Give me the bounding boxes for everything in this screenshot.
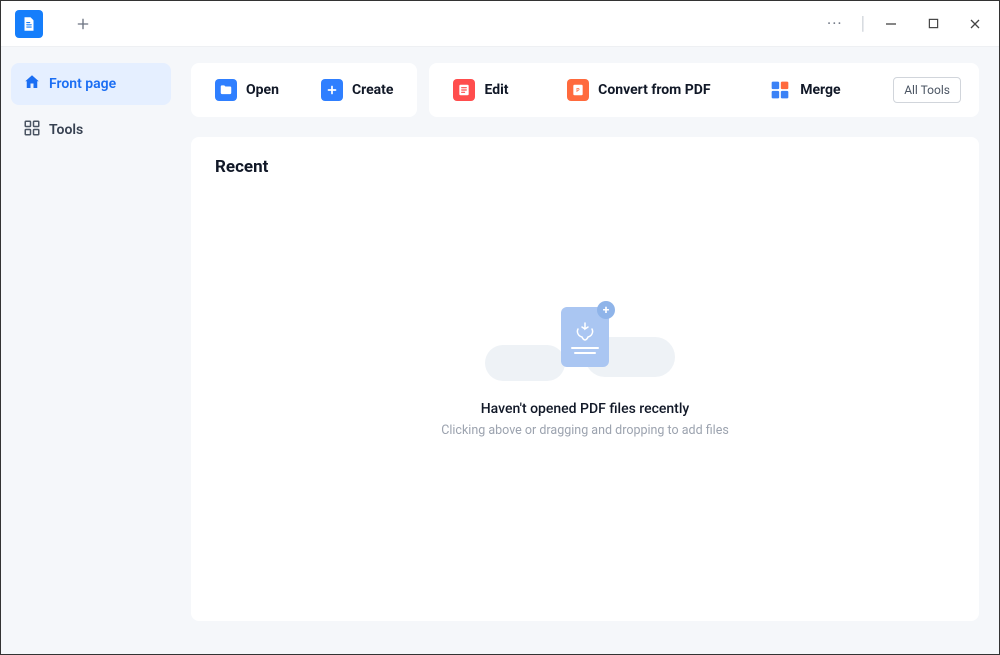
empty-secondary-text: Clicking above or dragging and dropping … [441, 423, 729, 438]
minimize-button[interactable] [875, 8, 907, 40]
maximize-button[interactable] [917, 8, 949, 40]
app-logo-icon [15, 10, 43, 38]
home-icon [23, 73, 41, 95]
merge-button[interactable]: Merge [763, 75, 846, 105]
new-tab-button[interactable] [65, 6, 101, 42]
open-button[interactable]: Open [209, 75, 285, 105]
plus-square-icon [321, 79, 343, 101]
sidebar: Front page Tools [1, 47, 181, 654]
close-button[interactable] [959, 8, 991, 40]
convert-button[interactable]: P Convert from PDF [561, 75, 716, 105]
edit-label: Edit [484, 82, 508, 98]
merge-icon [769, 79, 791, 101]
sidebar-item-label: Front page [49, 76, 116, 92]
create-label: Create [352, 82, 394, 98]
all-tools-label: All Tools [904, 83, 950, 97]
empty-primary-text: Haven't opened PDF files recently [481, 401, 690, 417]
toolbar-card-left: Open Create [191, 63, 417, 117]
pdf-convert-icon: P [567, 79, 589, 101]
recent-title: Recent [215, 157, 955, 177]
grid-icon [23, 119, 41, 141]
recent-empty-state[interactable]: + Haven't opened PDF files recently Clic… [215, 187, 955, 438]
titlebar: ··· | [1, 1, 999, 47]
main-area: Front page Tools Open [1, 47, 999, 654]
titlebar-right: ··· | [819, 8, 991, 40]
sidebar-item-tools[interactable]: Tools [11, 109, 171, 151]
content: Open Create Edit P [181, 47, 999, 654]
edit-button[interactable]: Edit [447, 75, 514, 105]
divider: | [861, 13, 865, 34]
all-tools-button[interactable]: All Tools [893, 77, 961, 103]
open-label: Open [246, 82, 279, 98]
convert-label: Convert from PDF [598, 82, 710, 98]
sidebar-item-label: Tools [49, 122, 83, 138]
more-options-button[interactable]: ··· [819, 10, 851, 37]
create-button[interactable]: Create [315, 75, 400, 105]
recent-panel: Recent + Haven't opened PDF files recent… [191, 137, 979, 621]
toolbar-row: Open Create Edit P [191, 63, 979, 117]
edit-doc-icon [453, 79, 475, 101]
empty-illustration-icon: + [505, 307, 665, 387]
toolbar-card-right: Edit P Convert from PDF Merge All Tools [429, 63, 979, 117]
sidebar-item-front-page[interactable]: Front page [11, 63, 171, 105]
titlebar-left [9, 6, 101, 42]
merge-label: Merge [800, 82, 840, 98]
folder-icon [215, 79, 237, 101]
